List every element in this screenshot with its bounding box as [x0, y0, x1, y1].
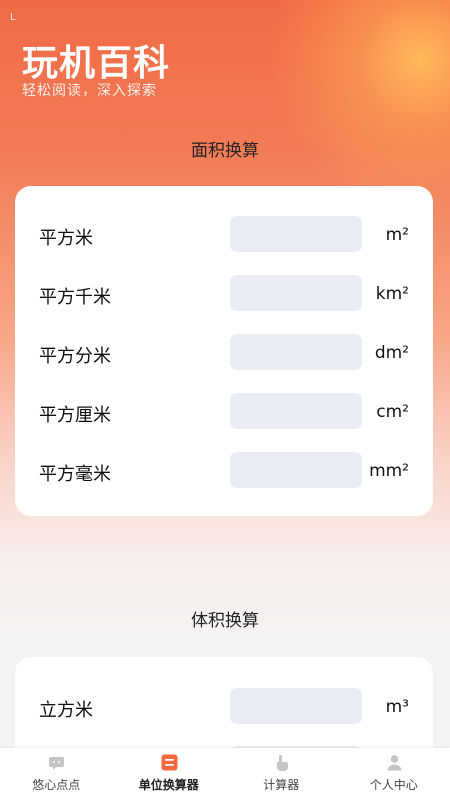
area-conversion-card: 平方米 m² 平方千米 km² 平方分米 dm² 平方厘米 cm² 平方毫米 m… [15, 186, 433, 516]
row-unit: dm² [374, 343, 409, 363]
area-row-square-meter: 平方米 m² [15, 216, 433, 254]
status-indicator: L [10, 12, 16, 23]
row-label: 平方毫米 [39, 464, 111, 485]
app-title: 玩机百科 [22, 43, 171, 84]
square-millimeter-input[interactable] [230, 452, 362, 488]
square-kilometer-input[interactable] [230, 275, 362, 311]
tab-personal-center[interactable]: 个人中心 [338, 748, 450, 799]
square-meter-input[interactable] [230, 216, 362, 252]
list-document-icon [161, 754, 177, 771]
row-label: 平方千米 [39, 287, 111, 308]
tab-unit-converter[interactable]: 单位换算器 [113, 748, 226, 799]
volume-section-title: 体积换算 [191, 611, 259, 631]
area-row-square-kilometer: 平方千米 km² [15, 275, 433, 313]
row-label: 立方米 [39, 700, 93, 721]
tab-calculator[interactable]: 计算器 [225, 748, 338, 799]
bottom-tab-bar: 悠心点点 单位换算器 计算器 个人中心 [0, 748, 450, 799]
square-centimeter-input[interactable] [230, 393, 362, 429]
row-label: 平方厘米 [39, 405, 111, 426]
row-unit: m² [385, 225, 409, 245]
tab-label: 计算器 [263, 778, 300, 792]
area-row-square-decimeter: 平方分米 dm² [15, 334, 433, 372]
volume-row-cubic-meter: 立方米 m³ [15, 688, 433, 726]
tab-label: 单位换算器 [138, 778, 199, 792]
row-unit: km² [375, 284, 409, 304]
cubic-meter-input[interactable] [230, 688, 362, 724]
tab-youxin-diandian[interactable]: 悠心点点 [0, 748, 113, 799]
person-icon [387, 755, 401, 771]
tab-label: 悠心点点 [32, 778, 81, 792]
row-unit: m³ [385, 697, 409, 717]
area-section-title: 面积换算 [191, 141, 259, 161]
row-unit: mm² [369, 461, 409, 481]
tap-hand-icon [276, 755, 288, 771]
row-label: 平方米 [39, 228, 93, 249]
area-row-square-centimeter: 平方厘米 cm² [15, 393, 433, 431]
tab-label: 个人中心 [369, 778, 418, 792]
row-unit: cm² [376, 402, 409, 422]
chat-bubble-icon [49, 757, 64, 770]
square-decimeter-input[interactable] [230, 334, 362, 370]
area-row-square-millimeter: 平方毫米 mm² [15, 452, 433, 490]
row-label: 平方分米 [39, 346, 111, 367]
app-subtitle: 轻松阅读，深入探索 [22, 83, 157, 99]
